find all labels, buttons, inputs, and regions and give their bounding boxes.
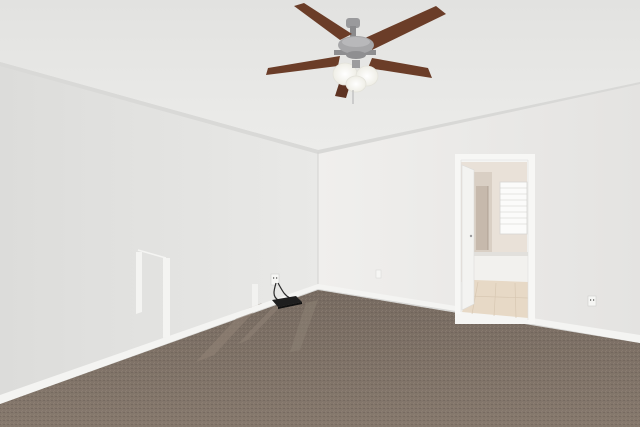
wall-light-patch bbox=[136, 252, 142, 314]
open-door bbox=[461, 164, 475, 311]
power-outlet-icon bbox=[587, 295, 597, 307]
window-icon bbox=[499, 181, 528, 235]
wall-light-patch bbox=[252, 284, 258, 307]
room-scene bbox=[0, 0, 640, 427]
wall-light-patch bbox=[163, 258, 170, 338]
room-photo bbox=[0, 0, 640, 427]
power-outlet-icon bbox=[375, 269, 382, 279]
bathroom-doorway bbox=[455, 154, 535, 324]
